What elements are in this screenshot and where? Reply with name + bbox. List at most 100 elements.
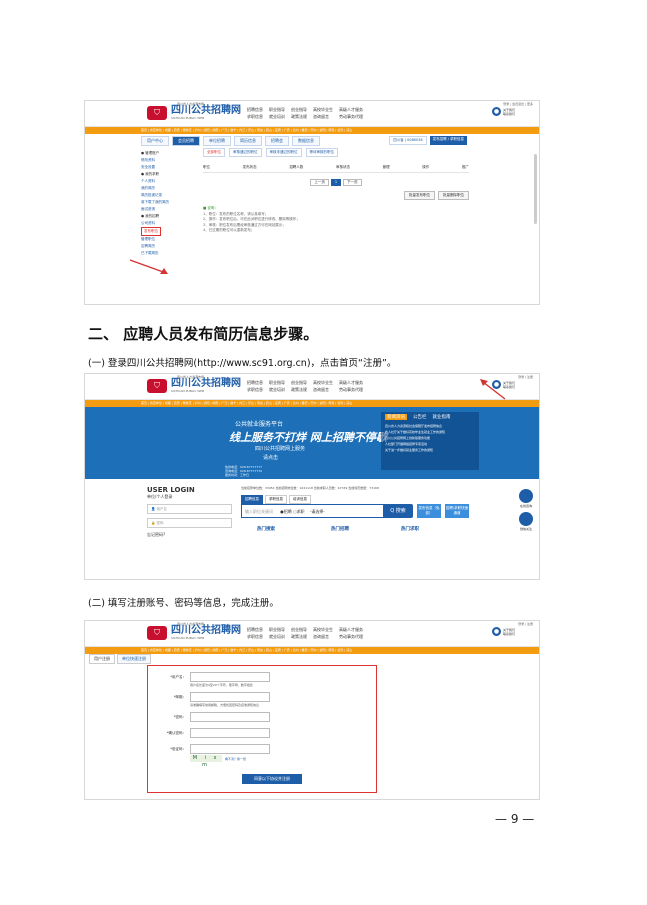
nav-link[interactable]: 招聘信息: [247, 626, 263, 633]
tab-approved-jobs[interactable]: 审核通过的职位: [229, 148, 262, 157]
search-button[interactable]: Q 搜索: [383, 504, 413, 518]
tab-all-jobs[interactable]: 全部职位: [203, 148, 225, 157]
tab-unit-recruit[interactable]: 单位招聘: [203, 136, 231, 146]
region-selector[interactable]: 四川省 | 0086036: [389, 136, 427, 145]
captcha-image[interactable]: M i s m: [190, 755, 222, 768]
sidebar-item-highlighted[interactable]: 发布职位: [141, 227, 161, 236]
nav-link[interactable]: 劳动事务代理: [339, 633, 363, 640]
username-input[interactable]: [190, 672, 270, 682]
sidebar-item[interactable]: 我的简历: [141, 185, 193, 192]
nav-link[interactable]: 咨询留言: [313, 386, 333, 393]
password-input[interactable]: [190, 712, 270, 722]
sidebar-item[interactable]: 安全设置: [141, 164, 193, 171]
register-login-link[interactable]: 登录 | 注册: [518, 622, 533, 626]
confirm-password-input[interactable]: [190, 728, 270, 738]
nav-link[interactable]: 求职信息: [247, 386, 263, 393]
publish-free-button[interactable]: 发布信息（免费）: [417, 504, 441, 518]
site-logo[interactable]: ⛉ 四川公共招聘网 SICHUAN PUBLIC WEB: [147, 379, 241, 393]
email-input[interactable]: [190, 692, 270, 702]
nav-link[interactable]: 招聘信息: [247, 379, 263, 386]
batch-delete-button[interactable]: 批量删除职位: [438, 191, 469, 200]
tab-job-fair[interactable]: 招聘会: [265, 136, 289, 146]
scrollbar[interactable]: [534, 154, 537, 224]
tab-notice[interactable]: 公告栏: [413, 414, 427, 420]
batch-publish-button[interactable]: 批量发布职位: [404, 191, 435, 200]
tab-guide[interactable]: 就业指南: [433, 414, 451, 420]
prev-page-button[interactable]: 上一页: [310, 179, 329, 186]
password-field[interactable]: 🔒 密码: [147, 518, 232, 528]
tab-quick-register[interactable]: 单位快速注册: [117, 654, 151, 664]
nav-link[interactable]: 政策法规: [291, 386, 307, 393]
nav-link[interactable]: 职业指导: [269, 626, 285, 633]
chat-icon[interactable]: [519, 489, 533, 503]
sidebar-item[interactable]: 谁下载了我的简历: [141, 199, 193, 206]
nav-link[interactable]: 就业培训: [269, 633, 285, 640]
nav-link[interactable]: 高校毕业生: [313, 106, 333, 113]
tab-recruit-search[interactable]: 招聘信息: [241, 495, 263, 504]
tab-data-info[interactable]: 数据信息: [292, 136, 320, 146]
tab-user-register[interactable]: 用户注册: [89, 654, 115, 664]
page-number[interactable]: 1: [330, 179, 342, 186]
nav-link[interactable]: 政策法规: [291, 633, 307, 640]
nav-link[interactable]: 高级人才服务: [339, 626, 363, 633]
next-page-button[interactable]: 下一页: [343, 179, 362, 186]
quick-channel-button[interactable]: 招聘/求职快速通道: [445, 504, 469, 518]
tab-training-search[interactable]: 培训信息: [289, 495, 311, 504]
tab-pending-jobs[interactable]: 等待审核的职位: [305, 148, 338, 157]
search-type-radio[interactable]: ●招聘 ○求职: [280, 509, 304, 514]
nav-link[interactable]: 求职信息: [247, 633, 263, 640]
site-logo[interactable]: ⛉ 四川公共招聘网 SICHUAN PUBLIC WEB: [147, 106, 241, 120]
nav-link[interactable]: 高校毕业生: [313, 626, 333, 633]
username-field[interactable]: 👤 用户名: [147, 504, 232, 514]
nav-link[interactable]: 创业指导: [291, 106, 307, 113]
nav-link[interactable]: 高级人才服务: [339, 106, 363, 113]
nav-link[interactable]: 就业培训: [269, 113, 285, 120]
hot-jobseek-heading[interactable]: 热门求职: [401, 526, 419, 532]
sidebar-item[interactable]: 应聘简历: [141, 243, 193, 250]
nav-link[interactable]: 创业指导: [291, 626, 307, 633]
region-menu-bar[interactable]: 首页 | 省直单位 | 成都 | 自贡 | 攀枝花 | 泸州 | 德阳 | 绵阳…: [85, 647, 539, 654]
sidebar-item[interactable]: 管理职位: [141, 236, 193, 243]
tab-jobseek-search[interactable]: 求职信息: [265, 495, 287, 504]
site-logo[interactable]: ⛉ 四川公共招聘网 SICHUAN PUBLIC WEB: [147, 626, 241, 640]
tab-rejected-jobs[interactable]: 审核未通过的职位: [265, 148, 302, 157]
sidebar-item[interactable]: 简历投递记录: [141, 192, 193, 199]
sidebar-item[interactable]: 修改资料: [141, 157, 193, 164]
tab-member-recruit[interactable]: 会员招聘: [172, 136, 200, 146]
sidebar-item[interactable]: 已下载简历: [141, 250, 193, 257]
forgot-password-link[interactable]: 忘记密码?: [147, 532, 232, 538]
nav-link[interactable]: 招聘信息: [247, 106, 263, 113]
nav-link[interactable]: 高级人才服务: [339, 379, 363, 386]
region-menu-bar[interactable]: 首页 | 省直单位 | 成都 | 自贡 | 攀枝花 | 泸州 | 德阳 | 绵阳…: [85, 127, 539, 134]
sidebar-item[interactable]: 个人资料: [141, 178, 193, 185]
nav-link[interactable]: 劳动事务代理: [339, 386, 363, 393]
hot-search-heading[interactable]: 热门搜索: [257, 526, 275, 532]
publish-info-button[interactable]: 发布招聘 / 求职信息: [429, 136, 467, 145]
captcha-refresh-link[interactable]: 看不清？换一张: [225, 757, 246, 761]
captcha-input[interactable]: [190, 744, 270, 754]
nav-link[interactable]: 劳动事务代理: [339, 113, 363, 120]
wechat-icon[interactable]: [519, 512, 533, 526]
top-right-links[interactable]: 登录 | 会员退出 | 更多: [503, 102, 533, 106]
hero-banner[interactable]: 公共就业服务平台 线上服务不打烊 网上招聘不停歇 四川公共招聘网上服务 请点击 …: [85, 407, 539, 479]
about-us-link[interactable]: ● 关于我们 联系我们: [491, 107, 515, 116]
nav-link[interactable]: 政策法规: [291, 113, 307, 120]
region-select[interactable]: -请选择-: [310, 509, 325, 514]
tab-resume-info[interactable]: 简历信息: [234, 136, 262, 146]
nav-link[interactable]: 咨询留言: [313, 633, 333, 640]
tab-news[interactable]: 新闻资讯: [385, 414, 407, 420]
nav-link[interactable]: 高校毕业生: [313, 379, 333, 386]
search-input[interactable]: 输入职位关键词 ●招聘 ○求职 -请选择-: [241, 504, 400, 518]
hot-recruit-heading[interactable]: 热门招聘: [331, 526, 349, 532]
nav-link[interactable]: 职业指导: [269, 379, 285, 386]
tab-user-center[interactable]: 用户中心: [141, 136, 169, 146]
nav-link[interactable]: 创业指导: [291, 379, 307, 386]
region-menu-bar[interactable]: 首页 | 省直单位 | 成都 | 自贡 | 攀枝花 | 泸州 | 德阳 | 绵阳…: [85, 400, 539, 407]
nav-link[interactable]: 咨询留言: [313, 113, 333, 120]
sidebar-item[interactable]: 发布职位: [141, 227, 193, 236]
agree-register-button[interactable]: 同意以下协议并注册: [242, 774, 302, 784]
about-us-link[interactable]: ● 关于我们 联系我们: [491, 627, 515, 636]
nav-link[interactable]: 就业培训: [269, 386, 285, 393]
sidebar-item[interactable]: 公司资料: [141, 220, 193, 227]
news-item[interactable]: 关于进一步做好就业服务工作的通知: [385, 447, 475, 453]
